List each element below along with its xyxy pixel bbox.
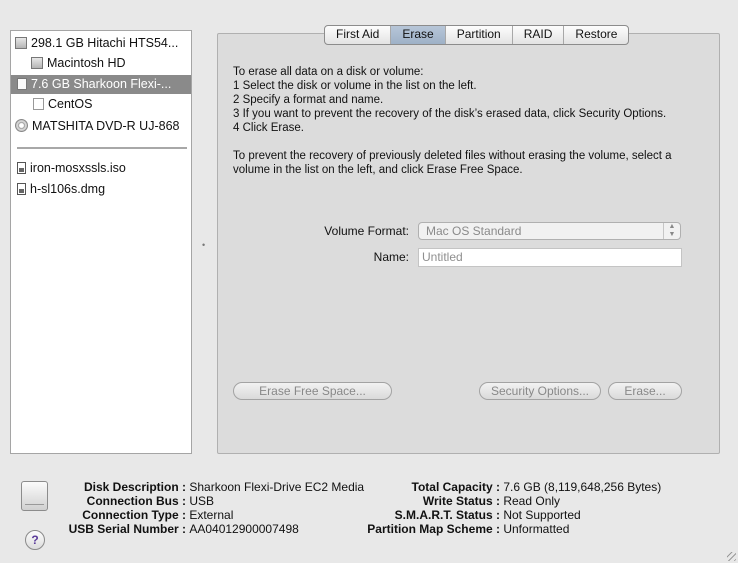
- info-row: Connection Type : External: [60, 508, 364, 522]
- instruction-step-4: 4 Click Erase.: [233, 122, 304, 134]
- name-field[interactable]: Untitled: [418, 248, 682, 267]
- info-key: Partition Map Scheme :: [367, 522, 500, 536]
- info-row: Total Capacity : 7.6 GB (8,119,648,256 B…: [352, 480, 662, 494]
- tab-raid[interactable]: RAID: [511, 26, 564, 44]
- tab-restore[interactable]: Restore: [563, 26, 628, 44]
- info-value: Read Only: [503, 494, 561, 508]
- instruction-step-2: 2 Specify a format and name.: [233, 94, 384, 106]
- free-space-note-line-1: To prevent the recovery of previously de…: [233, 150, 672, 162]
- external-disk-icon: [21, 481, 48, 511]
- help-button[interactable]: ?: [25, 530, 45, 550]
- sidebar-item-dvd-drive[interactable]: MATSHITA DVD-R UJ-868: [15, 117, 187, 136]
- sidebar-item-hitachi-disk[interactable]: 298.1 GB Hitachi HTS54...: [15, 34, 187, 53]
- info-value: Unformatted: [503, 522, 570, 536]
- info-key: Connection Type :: [82, 508, 186, 522]
- info-row: Connection Bus : USB: [60, 494, 364, 508]
- disk-list-sidebar: 298.1 GB Hitachi HTS54... Macintosh HD 7…: [10, 30, 192, 454]
- disk-image-icon: [17, 182, 26, 195]
- info-row: S.M.A.R.T. Status : Not Supported: [352, 508, 661, 522]
- sidebar-item-label: iron-mosxssls.iso: [30, 161, 126, 175]
- splitter-handle[interactable]: •: [202, 240, 206, 250]
- security-options-button[interactable]: Security Options...: [479, 382, 601, 400]
- instruction-heading: To erase all data on a disk or volume:: [233, 66, 424, 78]
- external-disk-icon: [17, 77, 27, 90]
- sidebar-item-sharkoon-disk[interactable]: 7.6 GB Sharkoon Flexi-...: [11, 75, 191, 94]
- sidebar-item-label: Macintosh HD: [47, 56, 126, 70]
- info-row: Write Status : Read Only: [352, 494, 661, 508]
- tab-first-aid[interactable]: First Aid: [325, 26, 390, 44]
- free-space-note-line-2: volume in the list on the left, and clic…: [233, 164, 523, 176]
- disk-info-left: Disk Description : Sharkoon Flexi-Drive …: [60, 480, 364, 536]
- info-key: USB Serial Number :: [68, 522, 186, 536]
- erase-free-space-button[interactable]: Erase Free Space...: [233, 382, 392, 400]
- sidebar-item-dmg-image[interactable]: h-sl106s.dmg: [17, 180, 187, 199]
- info-row: Partition Map Scheme : Unformatted: [352, 522, 661, 536]
- tab-erase[interactable]: Erase: [390, 26, 445, 44]
- hard-disk-icon: [15, 36, 27, 49]
- hard-disk-volume-icon: [31, 56, 43, 69]
- info-key: Disk Description :: [83, 480, 186, 494]
- info-key: Total Capacity :: [411, 480, 500, 494]
- info-value: External: [189, 508, 234, 522]
- volume-icon: [33, 97, 44, 110]
- info-value: AA04012900007498: [189, 522, 299, 536]
- instruction-step-1: 1 Select the disk or volume in the list …: [233, 80, 477, 92]
- info-key: S.M.A.R.T. Status :: [394, 508, 500, 522]
- disk-info-right: Total Capacity : 7.6 GB (8,119,648,256 B…: [352, 480, 661, 536]
- info-value: 7.6 GB (8,119,648,256 Bytes): [503, 480, 662, 494]
- info-value: USB: [189, 494, 215, 508]
- info-value: Sharkoon Flexi-Drive EC2 Media: [189, 480, 365, 494]
- tab-bar: First Aid Erase Partition RAID Restore: [324, 25, 630, 45]
- sidebar-item-label: CentOS: [48, 97, 93, 111]
- sidebar-divider: [17, 147, 187, 149]
- info-key: Connection Bus :: [86, 494, 186, 508]
- optical-disc-icon: [15, 119, 28, 133]
- info-row: Disk Description : Sharkoon Flexi-Drive …: [60, 480, 364, 494]
- info-key: Write Status :: [422, 494, 500, 508]
- info-value: Not Supported: [503, 508, 581, 522]
- disk-image-icon: [17, 161, 26, 174]
- volume-format-value: Mac OS Standard: [426, 224, 522, 238]
- volume-format-label: Volume Format:: [324, 224, 409, 238]
- tab-partition[interactable]: Partition: [444, 26, 512, 44]
- volume-format-select[interactable]: Mac OS Standard ▲ ▼: [418, 222, 681, 240]
- sidebar-item-centos[interactable]: CentOS: [33, 95, 187, 114]
- sidebar-item-label: 7.6 GB Sharkoon Flexi-...: [31, 77, 172, 91]
- info-row: USB Serial Number : AA04012900007498: [60, 522, 364, 536]
- sidebar-item-label: MATSHITA DVD-R UJ-868: [32, 119, 180, 133]
- chevron-up-down-icon: ▲ ▼: [663, 223, 680, 239]
- name-label: Name:: [373, 250, 409, 264]
- sidebar-item-macintosh-hd[interactable]: Macintosh HD: [31, 54, 187, 73]
- sidebar-item-label: h-sl106s.dmg: [30, 182, 106, 196]
- sidebar-item-iso-image[interactable]: iron-mosxssls.iso: [17, 159, 187, 178]
- window-resize-grip[interactable]: [727, 552, 736, 561]
- sidebar-item-label: 298.1 GB Hitachi HTS54...: [31, 36, 179, 50]
- erase-button[interactable]: Erase...: [608, 382, 682, 400]
- instruction-step-3: 3 If you want to prevent the recovery of…: [233, 108, 667, 120]
